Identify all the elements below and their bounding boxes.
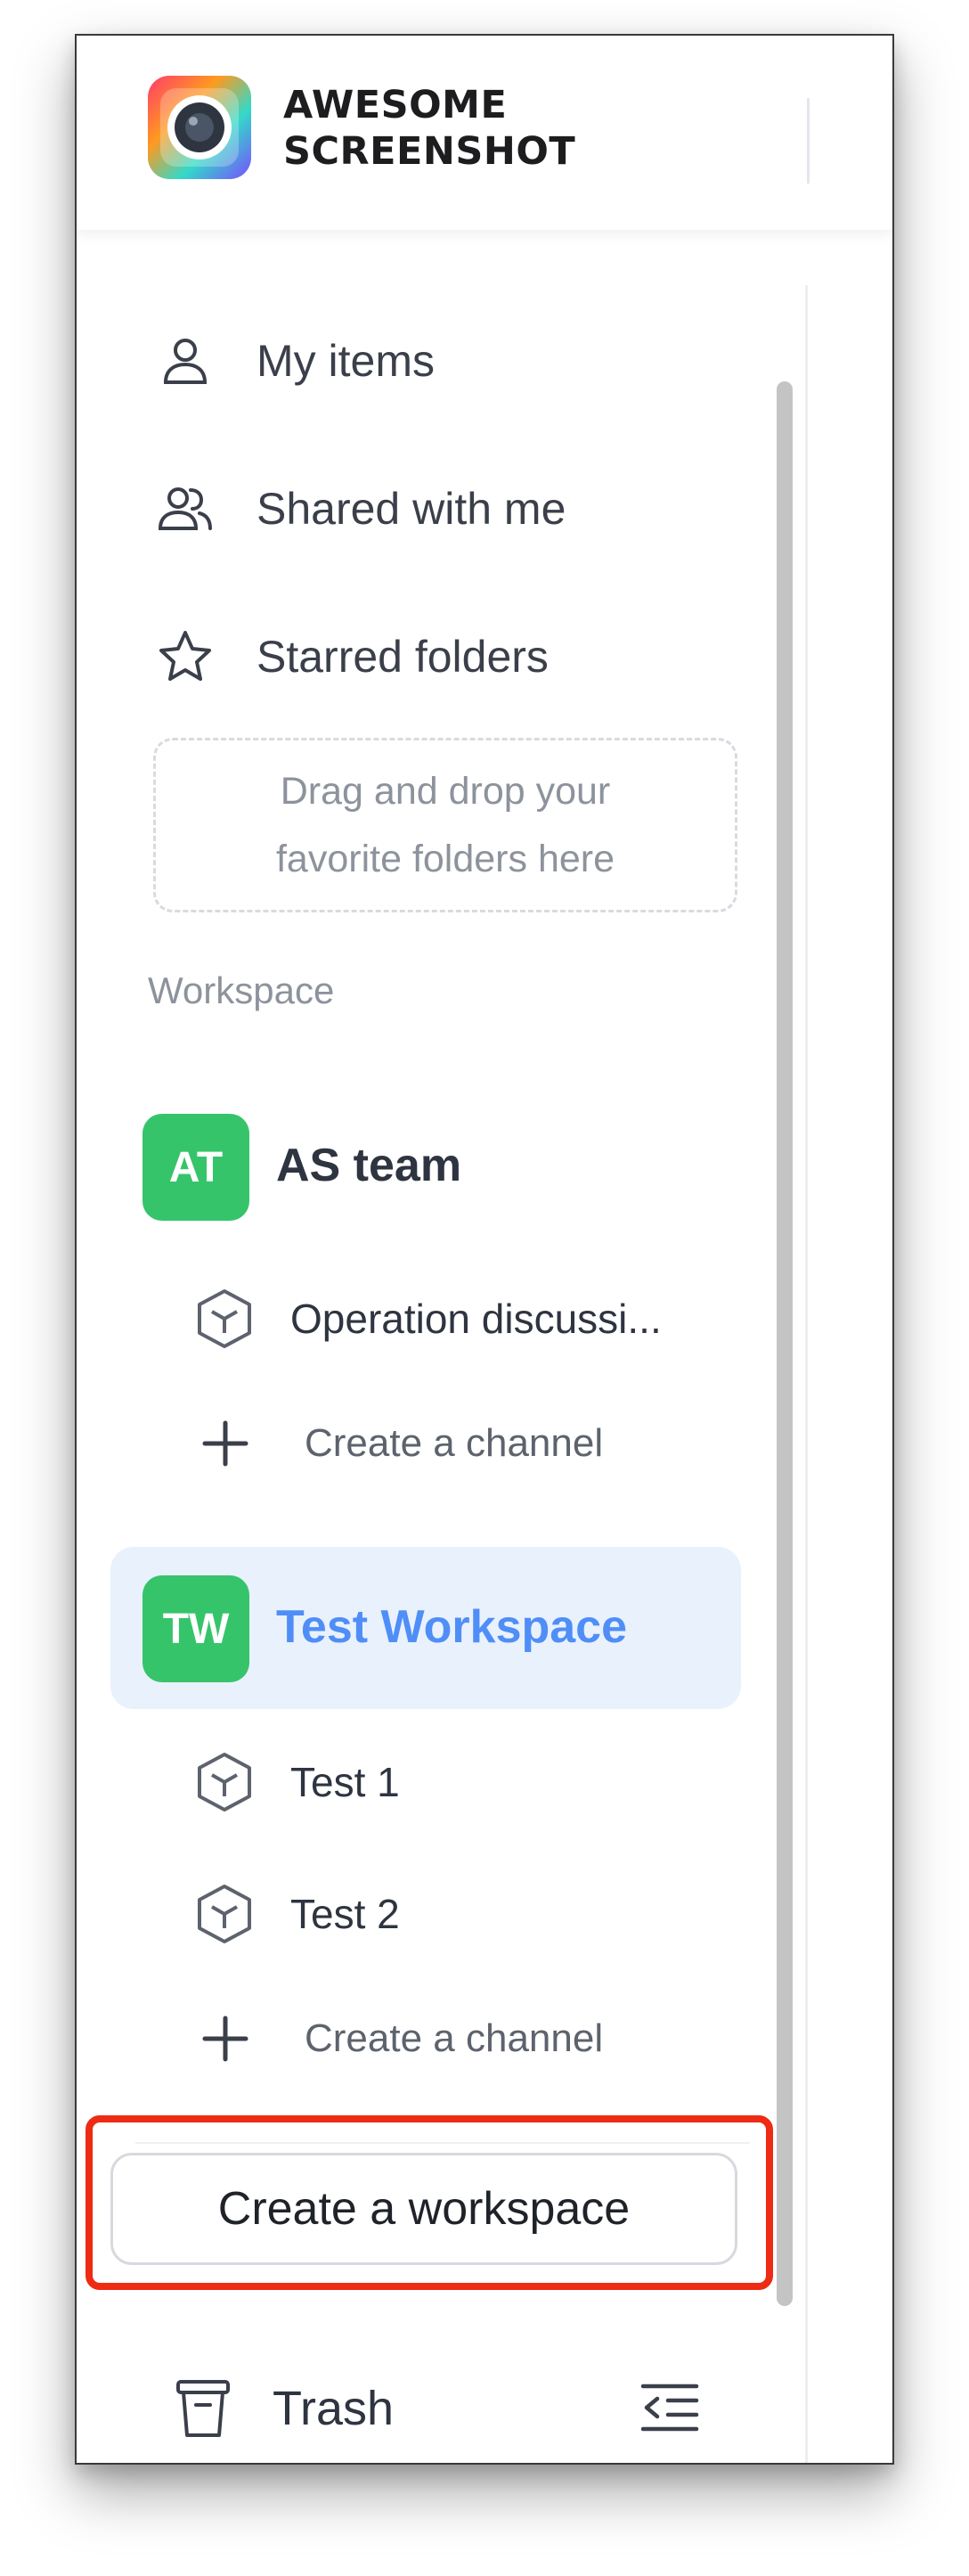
channel-item-test-1[interactable]: Test 1 <box>192 1746 400 1818</box>
plus-icon <box>202 2016 248 2062</box>
cube-icon <box>198 1289 251 1348</box>
workspace-section-title: Workspace <box>148 969 335 1011</box>
nav-item-label: My items <box>256 336 435 386</box>
trash-link[interactable]: Trash <box>175 2368 394 2449</box>
channel-label: Test 2 <box>290 1891 400 1937</box>
nav-item-label: Starred folders <box>256 632 549 682</box>
star-icon <box>159 631 211 681</box>
create-channel-label: Create a channel <box>305 1421 604 1465</box>
workspace-avatar: TW <box>142 1575 249 1682</box>
header-divider <box>807 98 810 184</box>
create-channel-button-test-workspace[interactable]: Create a channel <box>201 2003 603 2074</box>
cube-icon <box>198 1885 251 1943</box>
create-channel-button-as-team[interactable]: Create a channel <box>201 1408 603 1479</box>
brand-name: AWESOME SCREENSHOT <box>283 82 575 175</box>
dropzone-hint: Drag and drop your favorite folders here <box>275 770 615 880</box>
create-channel-label: Create a channel <box>305 2016 604 2060</box>
workspace-name: Test Workspace <box>276 1601 628 1653</box>
workspace-item-test-workspace[interactable]: TW Test Workspace <box>110 1547 741 1709</box>
workspace-item-as-team[interactable]: AT AS team <box>110 1085 741 1247</box>
nav-item-starred-folders[interactable]: Starred folders <box>157 617 549 697</box>
channel-item-operation-discussion[interactable]: Operation discussi... <box>192 1283 662 1354</box>
nav-item-label: Shared with me <box>256 484 566 534</box>
channel-label: Test 1 <box>290 1759 400 1805</box>
cube-icon <box>198 1753 251 1811</box>
brand-line-1: AWESOME <box>283 83 508 127</box>
sidebar-window: AWESOME SCREENSHOT My items Shared with … <box>75 34 894 2465</box>
trash-icon <box>176 2380 230 2437</box>
collapse-sidebar-icon[interactable] <box>638 2376 702 2440</box>
workspace-avatar: AT <box>142 1114 249 1221</box>
nav-item-my-items[interactable]: My items <box>157 321 435 401</box>
content-divider <box>805 285 808 2463</box>
trash-label: Trash <box>273 2382 395 2435</box>
channel-label: Operation discussi... <box>290 1296 662 1342</box>
sidebar-header: AWESOME SCREENSHOT <box>77 36 892 230</box>
brand-line-2: SCREENSHOT <box>283 129 576 174</box>
highlight-annotation <box>86 2115 773 2290</box>
people-icon <box>158 487 212 530</box>
workspace-name: AS team <box>276 1140 462 1191</box>
sidebar-scrollbar[interactable] <box>777 381 793 2306</box>
person-icon <box>163 339 208 384</box>
awesome-screenshot-logo-icon[interactable] <box>148 76 251 179</box>
channel-item-test-2[interactable]: Test 2 <box>192 1878 400 1950</box>
favorite-folders-dropzone[interactable]: Drag and drop your favorite folders here <box>153 738 737 912</box>
nav-item-shared-with-me[interactable]: Shared with me <box>157 469 566 549</box>
plus-icon <box>202 1420 248 1467</box>
